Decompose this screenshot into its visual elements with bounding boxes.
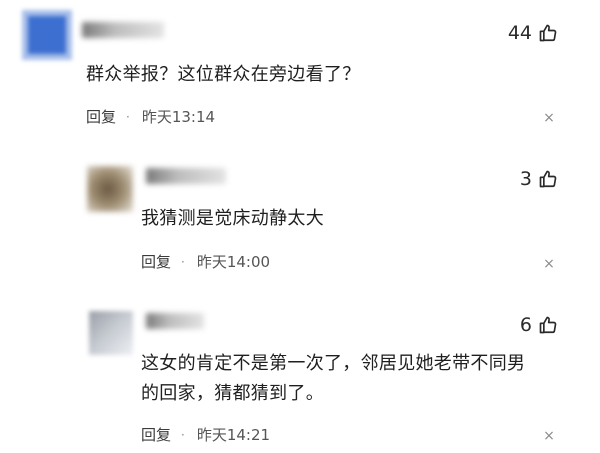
meta-separator: · <box>181 255 185 269</box>
close-icon[interactable]: × <box>542 428 556 444</box>
reply-button[interactable]: 回复 <box>86 107 116 127</box>
comment-meta: 回复 · 昨天14:21 <box>141 425 270 445</box>
like-count: 3 <box>519 168 532 190</box>
thumbs-up-icon <box>539 170 557 188</box>
like-button[interactable]: 3 <box>520 168 558 190</box>
comment-text-line: 这女的肯定不是第一次了，邻居见她老带不同男 <box>141 353 526 374</box>
like-button[interactable]: 6 <box>520 314 558 336</box>
thumbs-up-icon <box>539 24 557 42</box>
thumbs-up-icon <box>539 316 557 334</box>
username-blurred[interactable] <box>82 22 164 38</box>
close-icon[interactable]: × <box>542 256 556 272</box>
comment-text: 群众举报？这位群众在旁边看了？ <box>86 64 361 85</box>
comment-meta: 回复 · 昨天13:14 <box>86 107 215 127</box>
comment-timestamp: 昨天14:00 <box>196 253 271 271</box>
reply-button[interactable]: 回复 <box>141 252 171 272</box>
reply-button[interactable]: 回复 <box>141 425 171 445</box>
like-count: 6 <box>519 314 532 336</box>
like-count: 44 <box>507 22 532 44</box>
avatar[interactable] <box>22 10 72 60</box>
comment-timestamp: 昨天13:14 <box>141 108 216 126</box>
avatar[interactable] <box>87 166 133 212</box>
username-blurred[interactable] <box>146 313 204 329</box>
meta-separator: · <box>181 428 185 442</box>
username-blurred[interactable] <box>146 168 226 184</box>
avatar[interactable] <box>89 311 133 355</box>
meta-separator: · <box>126 110 130 124</box>
comment-text: 我猜测是觉床动静太大 <box>141 208 324 229</box>
comment-text-line: 的回家，猜都猜到了。 <box>141 383 324 404</box>
like-button[interactable]: 44 <box>508 22 558 44</box>
close-icon[interactable]: × <box>542 110 556 126</box>
comment-meta: 回复 · 昨天14:00 <box>141 252 270 272</box>
comment-timestamp: 昨天14:21 <box>196 426 271 444</box>
comment-text: 这女的肯定不是第一次了，邻居见她老带不同男 的回家，猜都猜到了。 <box>141 349 581 409</box>
